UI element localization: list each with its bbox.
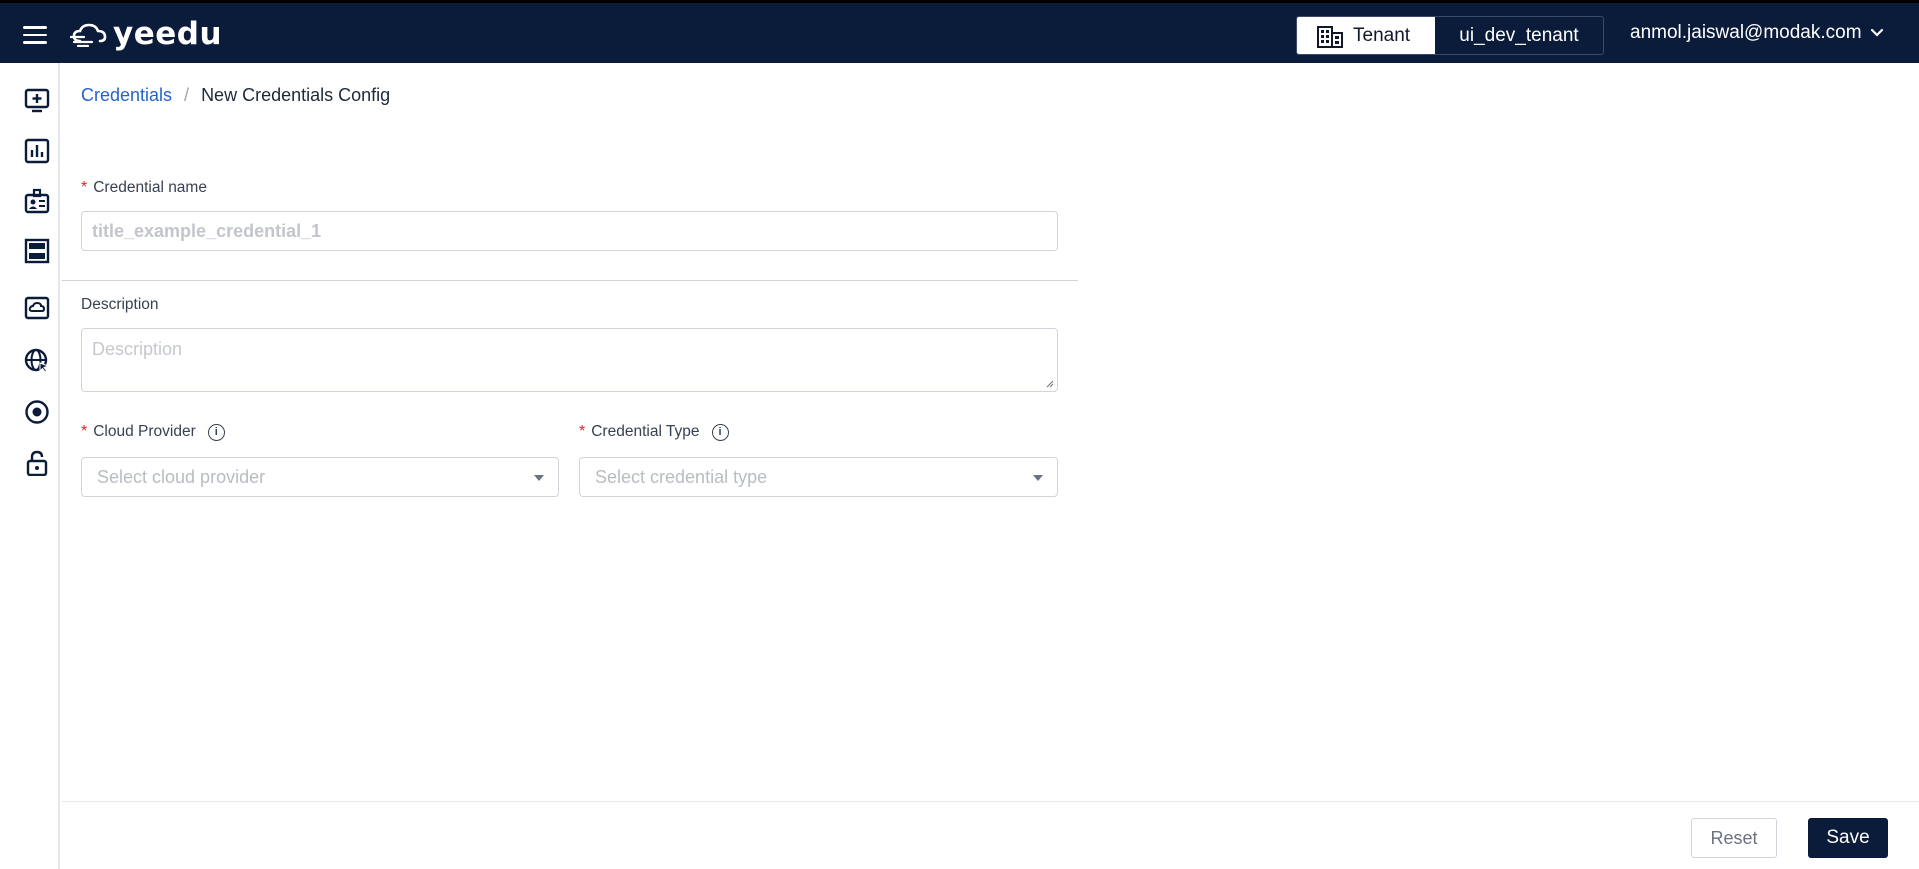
cloud-provider-select[interactable]: Select cloud provider	[81, 457, 559, 497]
tenant-label-box: Tenant	[1297, 17, 1435, 54]
left-sidebar	[0, 63, 60, 869]
target-circle-icon[interactable]	[24, 399, 50, 425]
info-icon[interactable]: i	[207, 423, 225, 441]
credential-name-input[interactable]: title_example_credential_1	[81, 211, 1058, 251]
required-mark: *	[81, 179, 88, 196]
resize-handle-icon[interactable]	[1046, 380, 1054, 388]
description-label: Description	[81, 296, 159, 314]
globe-cursor-icon[interactable]	[24, 348, 50, 374]
app-logo[interactable]: yeedu	[70, 16, 222, 52]
cloud-logo-icon	[70, 23, 107, 47]
bar-chart-icon[interactable]	[24, 138, 50, 164]
section-divider	[62, 280, 1078, 281]
credential-type-placeholder: Select credential type	[595, 466, 768, 487]
building-icon	[1317, 25, 1343, 48]
description-label-text: Description	[81, 296, 159, 313]
required-mark: *	[579, 423, 586, 440]
credential-type-label-text: Credential Type	[591, 423, 700, 440]
server-rack-icon[interactable]	[24, 238, 50, 264]
lock-icon[interactable]	[24, 450, 50, 476]
add-screen-icon[interactable]	[24, 88, 50, 114]
credential-name-label: * Credential name	[81, 179, 207, 197]
credential-name-label-text: Credential name	[93, 179, 207, 196]
main-content: Credentials / New Credentials Config * C…	[62, 63, 1919, 869]
caret-down-icon	[1033, 475, 1043, 481]
credential-type-select[interactable]: Select credential type	[579, 457, 1058, 497]
breadcrumb-credentials-link[interactable]: Credentials	[81, 85, 172, 106]
description-placeholder: Description	[92, 339, 183, 359]
cloud-provider-label-text: Cloud Provider	[93, 423, 196, 440]
tenant-value[interactable]: ui_dev_tenant	[1435, 17, 1603, 54]
breadcrumb-separator: /	[184, 85, 190, 105]
required-mark: *	[81, 423, 88, 440]
reset-button[interactable]: Reset	[1691, 818, 1777, 858]
hamburger-menu-icon[interactable]	[23, 26, 47, 44]
description-textarea[interactable]: Description	[81, 328, 1058, 392]
info-icon[interactable]: i	[711, 423, 729, 441]
credential-name-placeholder: title_example_credential_1	[92, 220, 322, 241]
save-button[interactable]: Save	[1808, 818, 1888, 858]
cloud-drive-icon[interactable]	[24, 295, 50, 321]
tenant-label: Tenant	[1353, 24, 1411, 46]
cloud-provider-label: * Cloud Provider i	[81, 423, 225, 441]
caret-down-icon	[534, 475, 544, 481]
form-footer: Reset Save	[62, 801, 1919, 869]
tenant-selector[interactable]: Tenant ui_dev_tenant	[1296, 16, 1604, 55]
breadcrumb-current: New Credentials Config	[201, 85, 391, 105]
breadcrumb: Credentials / New Credentials Config	[81, 85, 390, 106]
top-header: yeedu Tenant ui_dev_tenant anmol.jaiswal…	[0, 0, 1919, 63]
user-menu[interactable]: anmol.jaiswal@modak.com	[1630, 22, 1884, 44]
credential-type-label: * Credential Type i	[579, 423, 729, 441]
cloud-provider-placeholder: Select cloud provider	[97, 466, 266, 487]
user-email: anmol.jaiswal@modak.com	[1630, 22, 1862, 43]
logo-text: yeedu	[113, 16, 223, 52]
chevron-down-icon	[1870, 28, 1883, 37]
id-badge-icon[interactable]	[24, 188, 50, 214]
